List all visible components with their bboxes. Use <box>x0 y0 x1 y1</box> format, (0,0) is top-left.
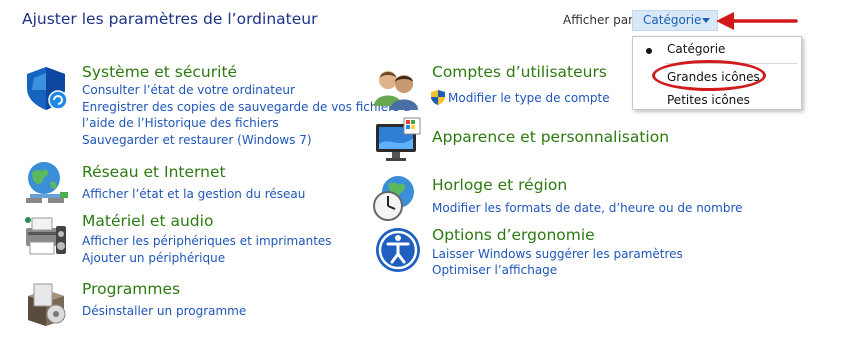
programs-box-icon[interactable] <box>22 280 70 328</box>
clock-globe-icon[interactable] <box>372 174 420 222</box>
category-title-ease-of-access[interactable]: Options d’ergonomie <box>432 226 595 244</box>
annotation-arrow-icon <box>716 12 798 30</box>
uac-shield-icon <box>431 90 445 105</box>
page-title: Ajuster les paramètres de l’ordinateur <box>22 10 318 28</box>
view-by-value: Catégorie <box>643 13 702 27</box>
menu-item-large-icons[interactable]: Grandes icônes <box>667 70 760 84</box>
view-by-dropdown[interactable]: Catégorie <box>632 10 718 31</box>
link-backup-restore[interactable]: Sauvegarder et restaurer (Windows 7) <box>82 133 312 147</box>
category-title-appearance[interactable]: Apparence et personnalisation <box>432 128 669 146</box>
link-devices-printers[interactable]: Afficher les périphériques et imprimante… <box>82 234 332 248</box>
network-globe-icon[interactable] <box>22 158 70 206</box>
link-date-time-formats[interactable]: Modifier les formats de date, d’heure ou… <box>432 201 743 215</box>
link-file-history-backup-cont[interactable]: l’aide de l’Historique des fichiers <box>82 116 279 130</box>
menu-item-small-icons[interactable]: Petites icônes <box>667 93 750 107</box>
shield-icon[interactable] <box>22 64 70 112</box>
menu-separator <box>665 63 797 64</box>
category-title-system-security[interactable]: Système et sécurité <box>82 63 237 81</box>
chevron-down-icon <box>702 18 710 23</box>
category-title-programs[interactable]: Programmes <box>82 280 180 298</box>
selected-bullet-icon <box>646 48 652 54</box>
link-windows-suggest-settings[interactable]: Laisser Windows suggérer les paramètres <box>432 247 683 261</box>
printer-audio-icon[interactable] <box>22 212 70 260</box>
users-icon[interactable] <box>372 64 420 112</box>
ease-of-access-icon[interactable] <box>374 226 422 274</box>
view-by-label: Afficher par : <box>563 13 641 27</box>
link-add-device[interactable]: Ajouter un périphérique <box>82 251 225 265</box>
view-by-menu: Catégorie Grandes icônes Petites icônes <box>632 36 802 110</box>
link-network-status[interactable]: Afficher l’état et la gestion du réseau <box>82 187 305 201</box>
category-title-network[interactable]: Réseau et Internet <box>82 163 226 181</box>
category-title-user-accounts[interactable]: Comptes d’utilisateurs <box>432 63 607 81</box>
category-title-clock-region[interactable]: Horloge et région <box>432 176 567 194</box>
link-optimize-display[interactable]: Optimiser l’affichage <box>432 263 557 277</box>
link-file-history-backup[interactable]: Enregistrer des copies de sauvegarde de … <box>82 100 411 114</box>
category-title-hardware-audio[interactable]: Matériel et audio <box>82 212 213 230</box>
menu-item-category[interactable]: Catégorie <box>667 42 725 56</box>
monitor-palette-icon[interactable] <box>374 116 422 164</box>
link-uninstall-program[interactable]: Désinstaller un programme <box>82 304 246 318</box>
link-change-account-type[interactable]: Modifier le type de compte <box>448 91 610 105</box>
link-check-computer-status[interactable]: Consulter l’état de votre ordinateur <box>82 83 295 97</box>
